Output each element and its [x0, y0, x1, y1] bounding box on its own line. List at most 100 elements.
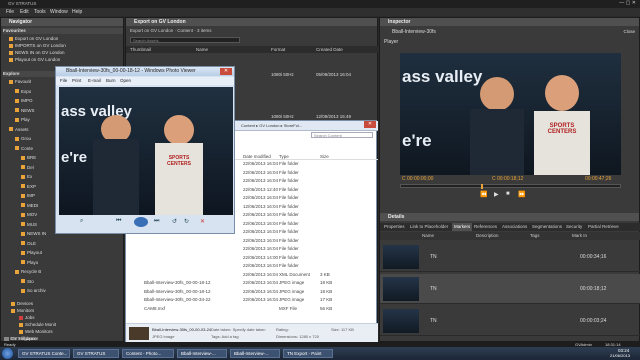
tree-item[interactable]: Del	[21, 165, 34, 171]
explorer-row[interactable]: 22/06/2013 14:00 File folder	[126, 255, 378, 263]
rotate-left-icon[interactable]: ↺	[172, 218, 177, 225]
slideshow-button[interactable]	[134, 217, 148, 227]
start-button[interactable]	[2, 348, 13, 359]
tree-item[interactable]: NEWS IN	[21, 231, 46, 237]
folder-icon	[21, 241, 25, 246]
taskbar-item[interactable]: GV STRATUS	[73, 349, 119, 358]
tab-associations[interactable]: Associations	[502, 223, 527, 231]
tree-item-devices[interactable]: Devices	[11, 301, 33, 307]
explorer-search[interactable]: Search Content	[311, 132, 373, 138]
timecode-in: C 00:00:00;00	[402, 176, 434, 182]
tree-item[interactable]: Expo	[15, 89, 31, 95]
next-icon[interactable]: ⏭	[154, 218, 159, 225]
menu-tools[interactable]: Tools	[34, 9, 46, 15]
favourite-item[interactable]: Playout on GV London	[9, 57, 60, 63]
address-bar[interactable]: Content ▸ GV London ▸ StoreFol...	[241, 123, 302, 128]
search-input[interactable]: Search Assets	[130, 37, 240, 43]
forward-icon[interactable]: ⏩	[518, 191, 525, 198]
taskbar-item[interactable]: TN Export - Paint	[283, 349, 333, 358]
taskbar-item[interactable]: Bball-Interview-...	[177, 349, 227, 358]
marker-row[interactable]: TN 00:00:18;12	[380, 274, 640, 304]
favourite-item[interactable]: NEWS IN on GV London	[9, 50, 65, 56]
tree-item[interactable]: IMP	[21, 193, 35, 199]
tree-item-schedule[interactable]: Schedule Monit	[19, 322, 56, 328]
explorer-row[interactable]: 22/06/2013 16:04 File folder	[126, 238, 378, 246]
menu-help[interactable]: Help	[72, 9, 82, 15]
menu-edit[interactable]: Edit	[20, 9, 29, 15]
tree-item[interactable]: EXP	[21, 184, 36, 190]
playhead[interactable]	[481, 184, 483, 189]
tree-item-monitors[interactable]: Monitors	[11, 308, 34, 314]
tree-item[interactable]: Play	[15, 117, 30, 123]
explorer-row[interactable]: 22/06/2013 16:04 File folder	[126, 263, 378, 271]
explorer-row[interactable]: 22/06/2013 16:04 XML Document 3 KB	[126, 272, 378, 280]
markers-header: Name Description Tags Mark In	[380, 232, 640, 240]
window-controls[interactable]: — ▢ ✕	[619, 0, 636, 6]
folder-icon	[9, 79, 13, 84]
tree-item[interactable]: Grou	[15, 136, 31, 142]
tree-item[interactable]: Ex	[21, 174, 32, 180]
favourite-item[interactable]: IMPORTS on GV London	[9, 43, 66, 49]
zoom-icon[interactable]: ⌕	[80, 218, 83, 225]
tab-partial-retrieve[interactable]: Partial Retrieve	[588, 223, 619, 231]
folder-icon	[15, 98, 19, 103]
marker-row[interactable]: TN 00:00:03;24	[380, 306, 640, 336]
row-date: 22/06/2013 16:04	[243, 246, 279, 251]
tree-item[interactable]: Sto	[21, 279, 34, 285]
tree-item-web-monitors[interactable]: Web Monitors	[19, 329, 53, 335]
tree-item[interactable]: OLE	[21, 241, 36, 247]
explorer-row[interactable]: 22/06/2013 16:04 JPEG image 18 KB Bball-Int…	[126, 289, 378, 297]
tree-item[interactable]: Favourit	[9, 79, 31, 85]
photo-viewer-menu: File Print E-mail Burn Open	[56, 77, 234, 85]
tree-item[interactable]: BRE	[21, 155, 36, 161]
tree-item-jobs[interactable]: Jobs	[19, 315, 35, 321]
details-rating[interactable]: Rating:	[276, 327, 289, 332]
tree-item[interactable]: Assets	[9, 127, 29, 133]
tab-references[interactable]: References	[474, 223, 497, 231]
clock-date[interactable]: 21/06/2013	[610, 353, 630, 358]
marker-row[interactable]: TN 00:00:34;16	[380, 242, 640, 272]
details-date-taken[interactable]: Date taken: Specify date taken	[211, 327, 265, 332]
taskbar-item[interactable]: Bball-Interview-...	[230, 349, 280, 358]
tab-properties[interactable]: Properties	[384, 223, 405, 231]
window-close-icon[interactable]: ✕	[220, 68, 232, 75]
explorer-row[interactable]: 22/06/2013 16:04 File folder	[126, 246, 378, 254]
delete-icon[interactable]: ✕	[200, 218, 205, 225]
previous-icon[interactable]: ⏮	[116, 218, 121, 225]
taskbar-item[interactable]: GV STRATUS Conte...	[18, 349, 70, 358]
tree-item[interactable]: MOV	[21, 212, 37, 218]
row-type: JPEG image	[279, 297, 305, 302]
tree-item[interactable]: MEDI	[21, 203, 38, 209]
content-tab[interactable]: Export on GV London	[126, 18, 377, 26]
details-tags[interactable]: Tags: Add a tag	[211, 334, 239, 339]
tree-item[interactable]: Playo	[21, 260, 38, 266]
rotate-right-icon[interactable]: ↻	[184, 218, 189, 225]
rewind-icon[interactable]: ⏪	[480, 191, 487, 198]
tree-item[interactable]: Playout	[21, 250, 42, 256]
menu-window[interactable]: Window	[50, 9, 68, 15]
taskbar-item[interactable]: Content - Photo...	[122, 349, 174, 358]
tree-item[interactable]: So archiv	[21, 288, 46, 294]
tree-item[interactable]: MUS	[21, 222, 37, 228]
tab-segmentations[interactable]: Segmentations	[532, 223, 562, 231]
explorer-row[interactable]: MXF File 56 KB CAM8.mxf	[126, 306, 378, 314]
tree-item[interactable]: IMPO	[15, 98, 33, 104]
explorer-row[interactable]: 22/06/2013 16:04 JPEG image 18 KB Bball-Int…	[126, 280, 378, 288]
favourite-item[interactable]: Export on GV London	[9, 36, 58, 42]
tab-link[interactable]: Link to Placeholder	[410, 223, 448, 231]
tab-security[interactable]: Security	[566, 223, 582, 231]
menu-file[interactable]: File	[6, 9, 14, 15]
close-button[interactable]: Close	[623, 29, 635, 34]
play-icon[interactable]: ▶	[494, 191, 499, 198]
stop-icon[interactable]: ■	[506, 191, 510, 197]
row-type: File folder	[279, 186, 299, 192]
app-title: GV STRATUS	[8, 1, 37, 6]
timeline-scrubber[interactable]	[400, 184, 621, 189]
tab-markers[interactable]: Markers	[452, 223, 473, 231]
explorer-row[interactable]: 22/06/2013 16:04 JPEG image 17 KB Bball-Int…	[126, 297, 378, 305]
tree-item[interactable]: Recycle B	[15, 269, 41, 275]
window-close-icon[interactable]: ✕	[364, 121, 376, 128]
tree-item[interactable]: NEWS	[15, 108, 35, 114]
favourites-header[interactable]: Favourites	[3, 28, 123, 34]
tree-item[interactable]: Conte	[15, 146, 33, 152]
